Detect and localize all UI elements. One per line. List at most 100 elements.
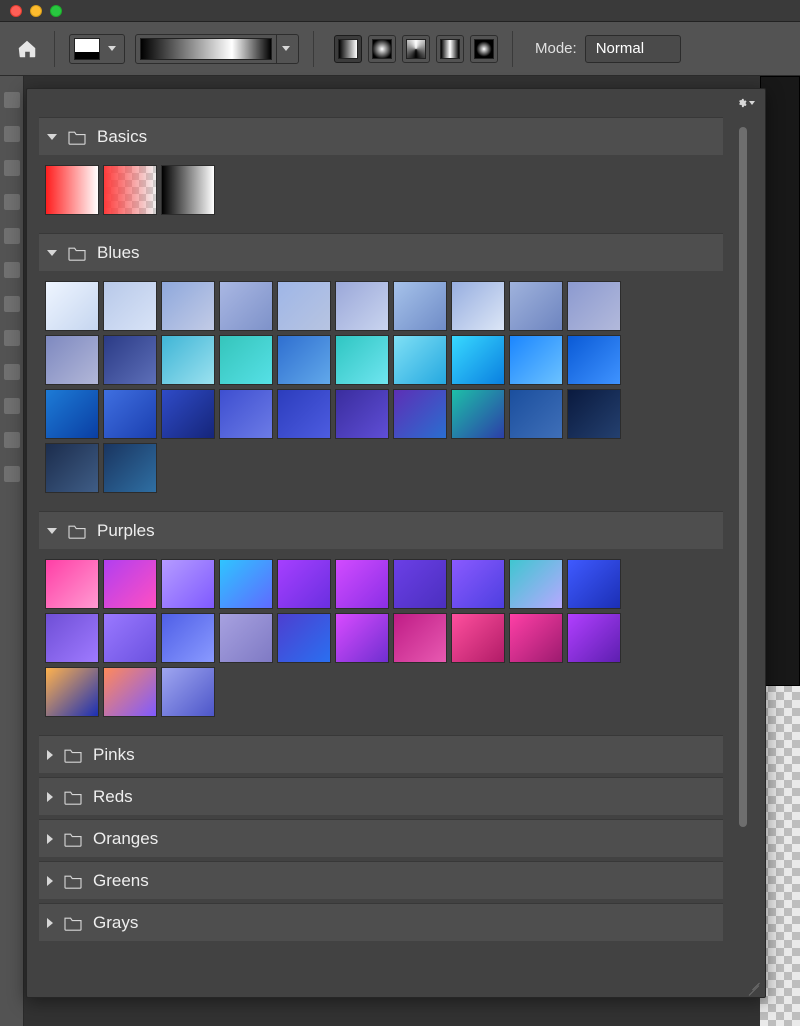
mode-select[interactable]: Normal (585, 35, 681, 63)
gradient-swatch[interactable] (451, 281, 505, 331)
gradient-swatch[interactable] (335, 335, 389, 385)
gradient-swatch[interactable] (45, 281, 99, 331)
gradient-swatch[interactable] (219, 335, 273, 385)
gradient-swatch[interactable] (393, 559, 447, 609)
gradient-swatch[interactable] (161, 335, 215, 385)
gradient-swatch[interactable] (45, 443, 99, 493)
gradient-swatch[interactable] (393, 389, 447, 439)
gradient-swatch[interactable] (451, 559, 505, 609)
gradient-kind-dropdown[interactable] (69, 34, 125, 64)
scrollbar-track[interactable] (739, 127, 747, 827)
gradient-type-angle[interactable] (402, 35, 430, 63)
gradient-swatch[interactable] (103, 559, 157, 609)
tool-button[interactable] (4, 364, 20, 380)
tool-button[interactable] (4, 160, 20, 176)
gradient-type-radial[interactable] (368, 35, 396, 63)
gradient-swatch[interactable] (161, 165, 215, 215)
folder-header[interactable]: Oranges (39, 819, 723, 857)
gradient-preview-caret[interactable] (276, 35, 298, 63)
folder-header[interactable]: Grays (39, 903, 723, 941)
gradient-swatch[interactable] (335, 389, 389, 439)
gradient-swatch[interactable] (393, 281, 447, 331)
gradient-swatch[interactable] (509, 335, 563, 385)
gradient-swatch[interactable] (45, 559, 99, 609)
gradient-swatch[interactable] (161, 667, 215, 717)
gradient-swatch[interactable] (161, 281, 215, 331)
gradient-swatch[interactable] (103, 389, 157, 439)
tool-button[interactable] (4, 432, 20, 448)
tool-button[interactable] (4, 466, 20, 482)
folder-header[interactable]: Greens (39, 861, 723, 899)
gradient-swatch[interactable] (45, 389, 99, 439)
gradient-swatch[interactable] (451, 613, 505, 663)
gradient-swatch[interactable] (567, 281, 621, 331)
gradient-swatch[interactable] (451, 389, 505, 439)
gradient-swatch[interactable] (509, 559, 563, 609)
gradient-swatch[interactable] (103, 443, 157, 493)
tool-button[interactable] (4, 296, 20, 312)
tool-button[interactable] (4, 194, 20, 210)
tool-button[interactable] (4, 92, 20, 108)
gradient-swatch[interactable] (393, 335, 447, 385)
gradient-swatch[interactable] (567, 559, 621, 609)
gradient-swatch[interactable] (335, 559, 389, 609)
gradient-swatch[interactable] (335, 281, 389, 331)
folder-header[interactable]: Reds (39, 777, 723, 815)
tool-button[interactable] (4, 262, 20, 278)
gradient-swatch[interactable] (219, 613, 273, 663)
folder-label: Blues (97, 243, 140, 263)
gradient-swatch[interactable] (103, 613, 157, 663)
gradient-swatch[interactable] (45, 335, 99, 385)
gradient-swatch[interactable] (509, 389, 563, 439)
gradient-type-linear[interactable] (334, 35, 362, 63)
window-minimize-button[interactable] (30, 5, 42, 17)
gradient-swatch[interactable] (567, 613, 621, 663)
gradient-swatch[interactable] (103, 335, 157, 385)
gradient-swatch[interactable] (509, 613, 563, 663)
gradient-swatch[interactable] (335, 613, 389, 663)
gradient-swatch[interactable] (161, 559, 215, 609)
gradient-swatch[interactable] (219, 281, 273, 331)
gradient-swatch[interactable] (219, 389, 273, 439)
gradient-swatch[interactable] (567, 389, 621, 439)
gradient-swatch[interactable] (45, 667, 99, 717)
gradient-swatch[interactable] (219, 559, 273, 609)
folder-icon (63, 873, 83, 889)
gradient-swatch[interactable] (451, 335, 505, 385)
gradient-preview-dropdown[interactable] (135, 34, 299, 64)
tool-button[interactable] (4, 228, 20, 244)
gradient-swatch[interactable] (45, 613, 99, 663)
gradient-swatch[interactable] (103, 281, 157, 331)
folder-header[interactable]: Blues (39, 233, 723, 271)
gradient-swatch[interactable] (567, 335, 621, 385)
folder-header[interactable]: Purples (39, 511, 723, 549)
gradient-swatch[interactable] (277, 559, 331, 609)
window-zoom-button[interactable] (50, 5, 62, 17)
home-button[interactable] (14, 36, 40, 62)
gradient-swatch[interactable] (45, 165, 99, 215)
gradient-swatch[interactable] (277, 613, 331, 663)
gradient-swatch[interactable] (277, 335, 331, 385)
gradient-type-reflected[interactable] (436, 35, 464, 63)
gradient-swatch[interactable] (161, 389, 215, 439)
folder-header[interactable]: Pinks (39, 735, 723, 773)
tool-button[interactable] (4, 398, 20, 414)
tool-button[interactable] (4, 330, 20, 346)
gradient-swatch[interactable] (277, 389, 331, 439)
scrollbar-thumb[interactable] (739, 127, 747, 827)
panel-menu-button[interactable] (737, 94, 755, 112)
tool-button[interactable] (4, 126, 20, 142)
gradient-swatch[interactable] (277, 281, 331, 331)
gradient-swatch[interactable] (103, 667, 157, 717)
gradient-swatch[interactable] (103, 165, 157, 215)
folder-header[interactable]: Basics (39, 117, 723, 155)
gradient-type-diamond[interactable] (470, 35, 498, 63)
separator (313, 31, 314, 67)
gradient-swatch[interactable] (393, 613, 447, 663)
window-close-button[interactable] (10, 5, 22, 17)
separator (512, 31, 513, 67)
linear-gradient-icon (338, 39, 358, 59)
gradient-swatch[interactable] (509, 281, 563, 331)
resize-grip[interactable] (745, 977, 761, 993)
gradient-swatch[interactable] (161, 613, 215, 663)
